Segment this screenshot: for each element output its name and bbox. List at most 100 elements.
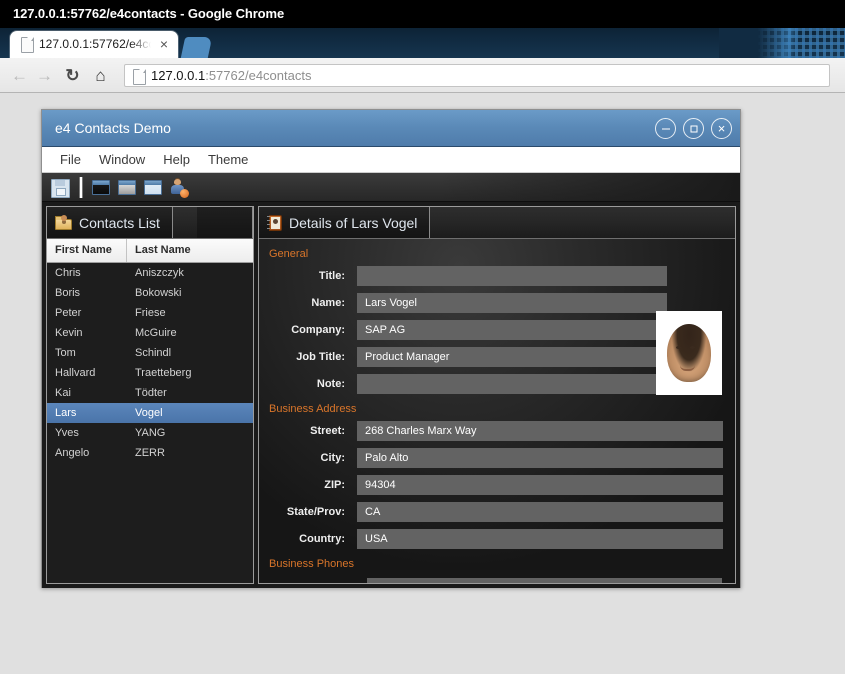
table-row[interactable]: Angelo ZERR: [47, 443, 253, 463]
browser-window: 127.0.0.1:57762/e4contacts - Google Chro…: [0, 0, 845, 93]
table-row[interactable]: Peter Friese: [47, 303, 253, 323]
field-input[interactable]: Product Manager: [357, 347, 667, 367]
window-grey-icon: [118, 179, 136, 195]
contact-details-part: Details of Lars Vogel General Title: Name…: [258, 206, 736, 584]
form-row: Title:: [269, 266, 723, 286]
form-row: Street: 268 Charles Marx Way: [269, 421, 723, 441]
app-title: e4 Contacts Demo: [55, 120, 171, 136]
cell-last-name: Traetteberg: [135, 367, 192, 379]
field-label: Name:: [311, 297, 345, 309]
tab-contact-details[interactable]: Details of Lars Vogel: [259, 207, 431, 238]
field-label: ZIP:: [324, 479, 345, 491]
field-input[interactable]: USA: [357, 529, 723, 549]
form-row: City: Palo Alto: [269, 448, 723, 468]
menu-item-file[interactable]: File: [51, 147, 90, 172]
address-bar-host: 127.0.0.1: [151, 68, 206, 83]
form-row: Country: USA: [269, 529, 723, 549]
window-dark-icon: [92, 179, 110, 195]
tab-contacts-list-label: Contacts List: [79, 214, 160, 231]
field-input[interactable]: CA: [357, 502, 723, 522]
table-row[interactable]: Tom Schindl: [47, 343, 253, 363]
address-bar[interactable]: 127.0.0.1:57762/e4contacts: [124, 64, 830, 87]
cell-last-name: ZERR: [135, 447, 165, 459]
contacts-table-body: Chris Aniszczyk Boris Bokowski Peter Friese Ke…: [47, 263, 253, 583]
field-label: State/Prov:: [286, 506, 345, 518]
cell-first-name: Kai: [55, 387, 71, 399]
form-row: Note:: [269, 374, 723, 394]
field-label: Job Title:: [296, 351, 345, 363]
address-bar-path: :57762/e4contacts: [205, 68, 312, 83]
theme-grey-button[interactable]: [116, 177, 138, 198]
section-title-general: General: [269, 248, 309, 260]
field-input[interactable]: [357, 374, 667, 394]
cell-last-name: Schindl: [135, 347, 172, 359]
cell-first-name: Boris: [55, 287, 81, 299]
back-icon[interactable]: ←: [9, 65, 30, 86]
field-input[interactable]: SAP AG: [357, 320, 667, 340]
contact-photo: [656, 311, 722, 395]
field-label: Country:: [299, 533, 345, 545]
column-header-last-name[interactable]: Last Name: [127, 239, 253, 262]
address-book-icon: [267, 214, 282, 231]
cell-first-name: Hallvard: [55, 367, 96, 379]
contacts-tab-filler: [197, 207, 253, 238]
cell-first-name: Peter: [55, 307, 82, 319]
table-row[interactable]: Hallvard Traetteberg: [47, 363, 253, 383]
window-light-icon: [144, 179, 162, 195]
cell-first-name: Kevin: [55, 327, 83, 339]
form-row: State/Prov: CA: [269, 502, 723, 522]
table-row[interactable]: Lars Vogel: [47, 403, 253, 423]
close-icon[interactable]: [711, 118, 732, 139]
save-icon: [51, 178, 70, 198]
home-icon[interactable]: ⌂: [90, 65, 111, 86]
minimize-icon[interactable]: [655, 118, 676, 139]
address-bar-url: 127.0.0.1:57762/e4contacts: [151, 65, 311, 86]
form-row: Company: SAP AG: [269, 320, 723, 340]
theme-dark-button[interactable]: [90, 177, 112, 198]
table-row[interactable]: Chris Aniszczyk: [47, 263, 253, 283]
close-icon[interactable]: ×: [156, 36, 172, 52]
field-label: City:: [320, 452, 345, 464]
reload-icon[interactable]: ↻: [62, 65, 83, 86]
business-phones-field[interactable]: [367, 578, 722, 583]
application-window: e4 Contacts Demo File Window Help Theme: [41, 109, 741, 588]
business-address-fields-group: Street: 268 Charles Marx Way City: Palo Alt…: [269, 421, 723, 549]
field-input[interactable]: Palo Alto: [357, 448, 723, 468]
cell-last-name: Aniszczyk: [135, 267, 184, 279]
field-input[interactable]: 268 Charles Marx Way: [357, 421, 723, 441]
save-button[interactable]: [49, 177, 71, 198]
tab-contact-details-label: Details of Lars Vogel: [289, 214, 418, 231]
window-controls: [655, 118, 732, 139]
browser-tab[interactable]: 127.0.0.1:57762/e4conta ×: [10, 31, 178, 58]
maximize-icon[interactable]: [683, 118, 704, 139]
field-label: Title:: [318, 270, 345, 282]
theme-light-button[interactable]: [142, 177, 164, 198]
forward-icon[interactable]: →: [34, 65, 55, 86]
form-row: ZIP: 94304: [269, 475, 723, 495]
cell-last-name: Vogel: [135, 407, 163, 419]
details-form: General Title: Name: Lars Vogel Company: SAP…: [259, 239, 735, 583]
table-row[interactable]: Kai Tödter: [47, 383, 253, 403]
menu-item-help[interactable]: Help: [154, 147, 199, 172]
tab-contacts-list[interactable]: Contacts List: [47, 207, 173, 238]
cell-first-name: Tom: [55, 347, 76, 359]
menu-item-theme[interactable]: Theme: [199, 147, 257, 172]
tabstrip-decoration-mask: [719, 28, 789, 58]
menu-item-window[interactable]: Window: [90, 147, 154, 172]
cell-last-name: Tödter: [135, 387, 167, 399]
new-tab-button[interactable]: [180, 37, 213, 58]
column-header-first-name[interactable]: First Name: [47, 239, 127, 262]
table-row[interactable]: Boris Bokowski: [47, 283, 253, 303]
browser-tab-title: 127.0.0.1:57762/e4conta: [39, 37, 151, 51]
table-row[interactable]: Yves YANG: [47, 423, 253, 443]
page-info-icon: [133, 69, 146, 85]
general-fields-group: Title: Name: Lars Vogel Company: SAP AG Job T…: [269, 266, 723, 394]
contacts-list-part: Contacts List First Name Last Name Chris…: [46, 206, 254, 584]
field-input[interactable]: Lars Vogel: [357, 293, 667, 313]
field-label: Company:: [291, 324, 345, 336]
browser-toolbar: ← → ↻ ⌂ 127.0.0.1:57762/e4contacts: [0, 58, 845, 93]
field-input[interactable]: 94304: [357, 475, 723, 495]
add-contact-button[interactable]: [168, 177, 190, 198]
field-input[interactable]: [357, 266, 667, 286]
table-row[interactable]: Kevin McGuire: [47, 323, 253, 343]
